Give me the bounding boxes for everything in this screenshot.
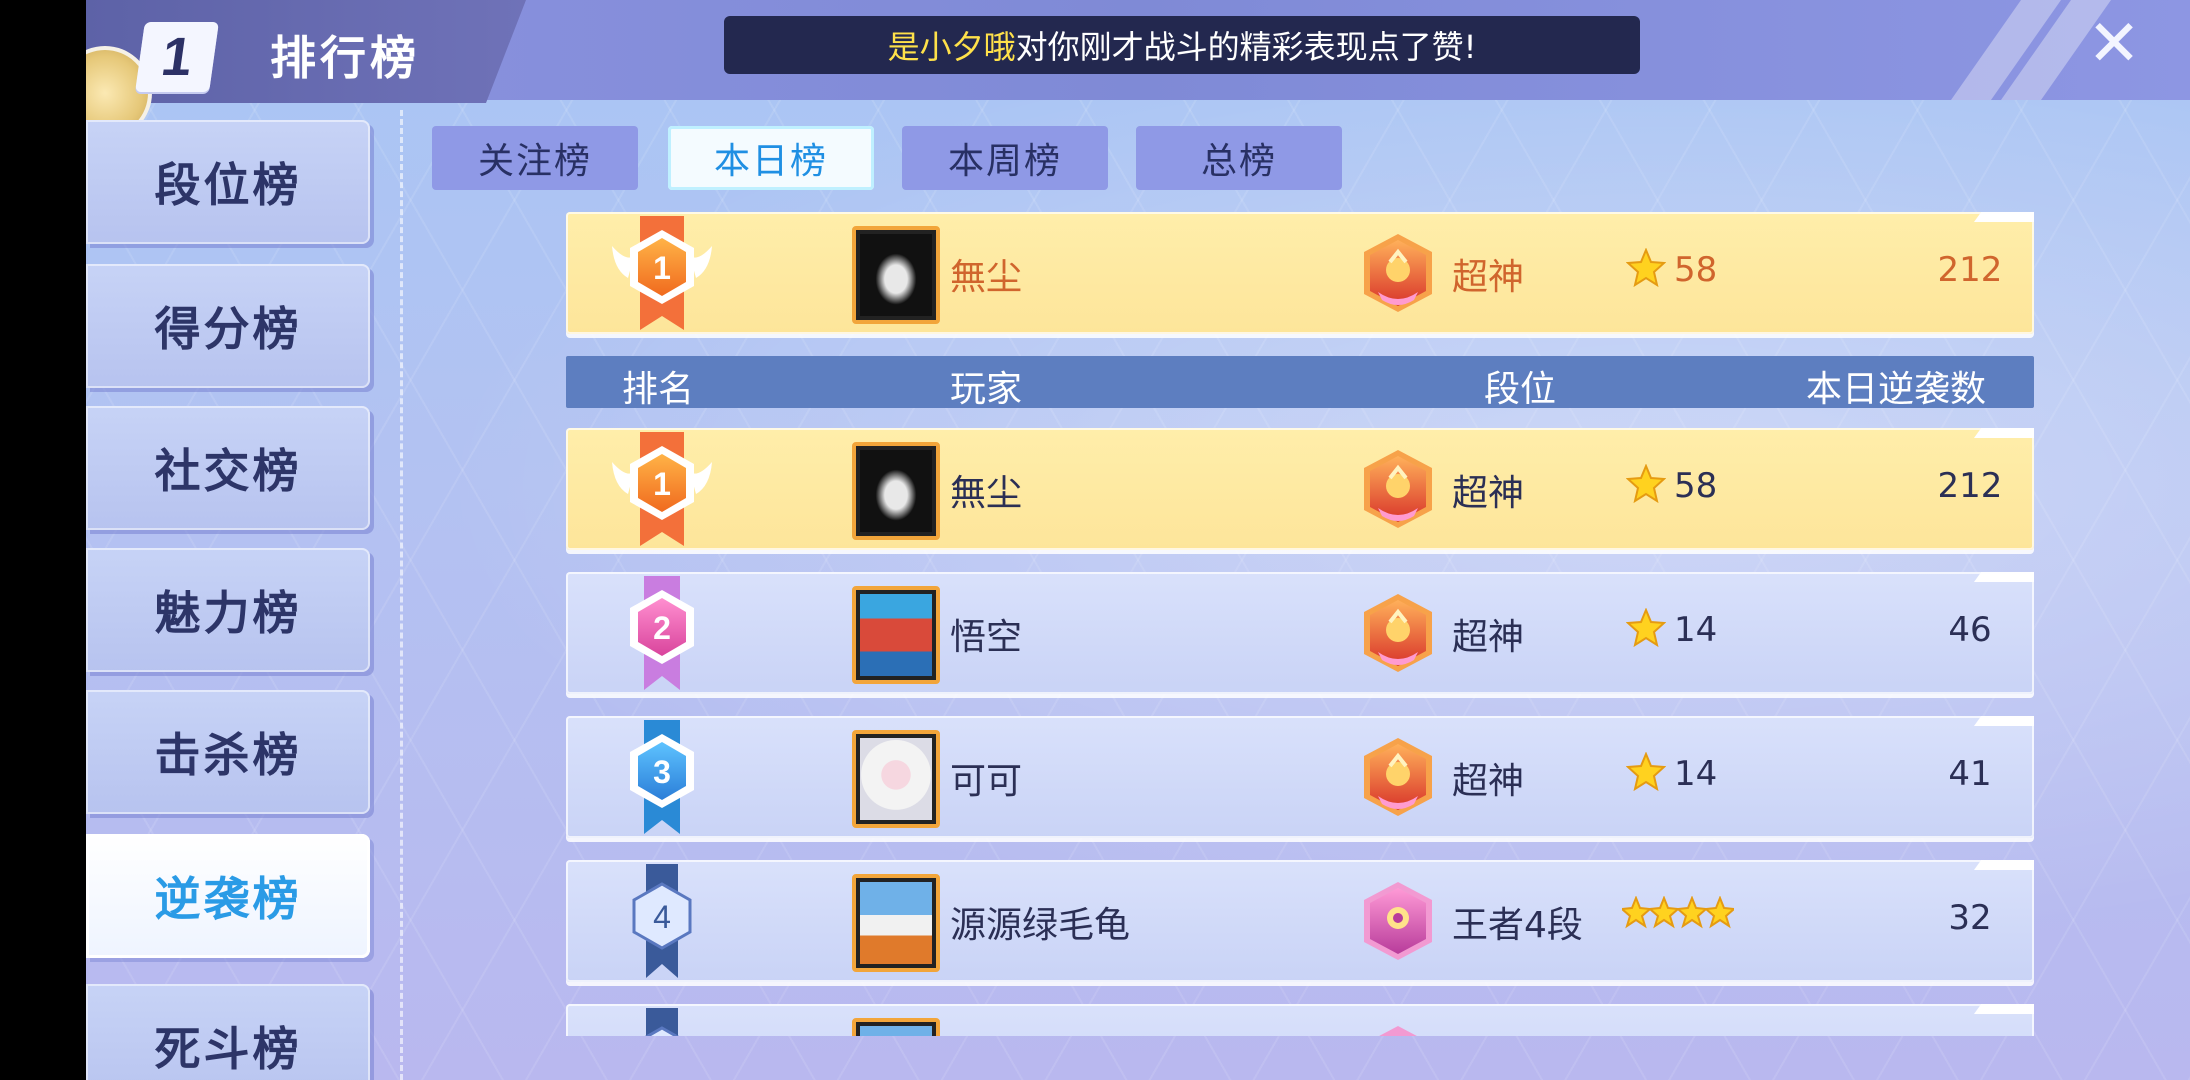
avatar[interactable]: [852, 586, 940, 684]
table-row[interactable]: 3 可可 超神 14 41: [566, 716, 2034, 838]
player-name[interactable]: 無尘: [950, 248, 1022, 300]
row-shine: [1974, 860, 2034, 870]
rank-ribbon-icon: 4: [632, 864, 692, 978]
star-count: 58: [1674, 466, 1718, 506]
column-header-rank: 排名: [622, 369, 695, 410]
column-header-tier: 段位: [1484, 369, 1557, 410]
avatar-image: [860, 234, 932, 316]
table-row[interactable]: 4 源源绿毛龟 王者4段 32: [566, 860, 2034, 982]
pink-medal-icon: 2: [630, 576, 694, 690]
avatar[interactable]: [852, 226, 940, 324]
blue-medal-icon: 3: [630, 720, 694, 834]
player-name[interactable]: 可可: [950, 752, 1022, 804]
avatar-image: [860, 1026, 932, 1036]
column-header-player: 玩家: [950, 369, 1023, 410]
player-name[interactable]: 悟空: [950, 608, 1022, 660]
medal-rank-text: 1: [653, 466, 671, 502]
table-row[interactable]: 2 悟空 超神 14 46: [566, 572, 2034, 694]
gold-medal-icon: 1: [612, 432, 712, 546]
star-icon: [1626, 248, 1666, 288]
avatar-image: [860, 738, 932, 820]
star-icon: [1626, 464, 1666, 504]
medal-rank-text: 2: [653, 610, 671, 646]
star-count: 14: [1674, 754, 1718, 794]
avatar-image: [860, 882, 932, 964]
comeback-count: 32: [1948, 898, 1992, 938]
tier-label: 王者4段: [1452, 905, 1583, 946]
star-count: 14: [1674, 610, 1718, 650]
avatar[interactable]: [852, 730, 940, 828]
column-header-comebacks: 本日逆袭数: [1806, 369, 1987, 410]
table-row[interactable]: [566, 1004, 2034, 1036]
four-stars-icon: [1622, 896, 1734, 929]
super-god-tier-icon: [1364, 594, 1432, 672]
comeback-count: 212: [1937, 250, 2003, 290]
player-name[interactable]: 無尘: [950, 464, 1022, 516]
avatar-image: [860, 594, 932, 676]
medal-rank-text: 3: [653, 754, 671, 790]
leaderboard-screen: 1 排行榜 是小夕哦 对你刚才战斗的精彩表现点了赞! ✕ 段位榜 得分榜 社交榜 …: [86, 0, 2190, 1080]
super-god-tier-icon: [1364, 450, 1432, 528]
rank-ribbon-icon: [644, 1008, 680, 1036]
king-tier-icon: [1379, 1026, 1417, 1036]
table-row[interactable]: 1 無尘 超神 58 212: [566, 428, 2034, 550]
row-shine: [1974, 428, 2034, 438]
super-god-tier-icon: [1364, 738, 1432, 816]
star-icon: [1626, 752, 1666, 792]
table-header: 排名 玩家 段位 本日逆袭数: [566, 356, 2034, 410]
row-shine: [1974, 212, 2034, 222]
row-shine: [1974, 572, 2034, 582]
row-shine: [1974, 716, 2034, 726]
row-shine: [1974, 1004, 2034, 1014]
my-rank-row[interactable]: 1 無尘 超神 58 212: [566, 212, 2034, 334]
avatar[interactable]: [852, 874, 940, 972]
gold-medal-icon: 1: [612, 216, 712, 330]
avatar[interactable]: [852, 1018, 940, 1036]
comeback-count: 46: [1948, 610, 1992, 650]
avatar[interactable]: [852, 442, 940, 540]
avatar-image: [860, 450, 932, 532]
player-name[interactable]: 源源绿毛龟: [950, 896, 1130, 948]
star-count: 58: [1674, 250, 1718, 290]
tier-label: 超神: [1452, 257, 1525, 298]
comeback-count: 212: [1937, 466, 2003, 506]
medal-rank-text: 4: [653, 899, 671, 935]
leaderboard-list-viewport[interactable]: 1 無尘 超神 58 212 排名 玩家 段位 本日逆袭数 1 無尘 超神 58…: [86, 0, 2190, 1036]
comeback-count: 41: [1948, 754, 1992, 794]
super-god-tier-icon: [1364, 234, 1432, 312]
tier-label: 超神: [1452, 473, 1525, 514]
king-tier-icon: [1364, 882, 1432, 960]
tier-label: 超神: [1452, 761, 1525, 802]
medal-rank-text: 1: [653, 250, 671, 286]
tier-label: 超神: [1452, 617, 1525, 658]
star-icon: [1626, 608, 1666, 648]
